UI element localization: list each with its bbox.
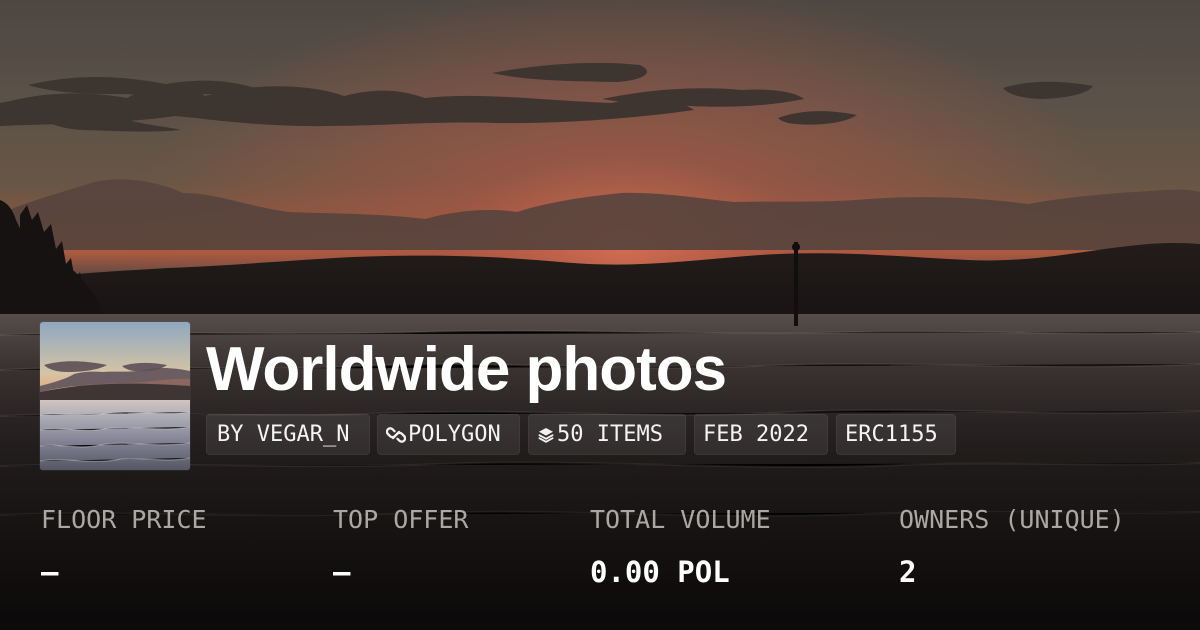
total-volume-value: 0.00 POL (590, 555, 730, 589)
created-date-chip[interactable]: FEB 2022 (694, 414, 828, 455)
creator-chip-label: BY VEGAR_N (217, 421, 350, 447)
token-standard-chip[interactable]: ERC1155 (836, 414, 956, 455)
created-date-chip-label: FEB 2022 (703, 421, 809, 447)
blockchain-chip-label: POLYGON (408, 421, 501, 447)
sunset-background-image (0, 0, 1200, 630)
collection-preview-card: Worldwide photos BY VEGAR_N POLYGON 50 I… (0, 0, 1200, 630)
creator-chip[interactable]: BY VEGAR_N (206, 414, 370, 455)
items-count-chip-label: 50 ITEMS (557, 421, 663, 447)
top-offer-label: TOP OFFER (333, 505, 469, 534)
token-standard-chip-label: ERC1155 (845, 421, 938, 447)
collection-thumbnail (40, 322, 190, 470)
chain-link-icon (386, 425, 406, 445)
collection-title: Worldwide photos (206, 335, 727, 404)
floor-price-label: FLOOR PRICE (41, 505, 207, 534)
owners-unique-value: 2 (899, 555, 917, 589)
total-volume-label: TOTAL VOLUME (590, 505, 771, 534)
floor-price-value: – (41, 555, 59, 589)
layers-icon (537, 426, 555, 444)
top-offer-value: – (333, 555, 351, 589)
owners-unique-label: OWNERS (UNIQUE) (899, 505, 1125, 534)
items-count-chip[interactable]: 50 ITEMS (528, 414, 686, 455)
thumbnail-sunset-image (40, 322, 190, 470)
blockchain-chip[interactable]: POLYGON (377, 414, 520, 455)
